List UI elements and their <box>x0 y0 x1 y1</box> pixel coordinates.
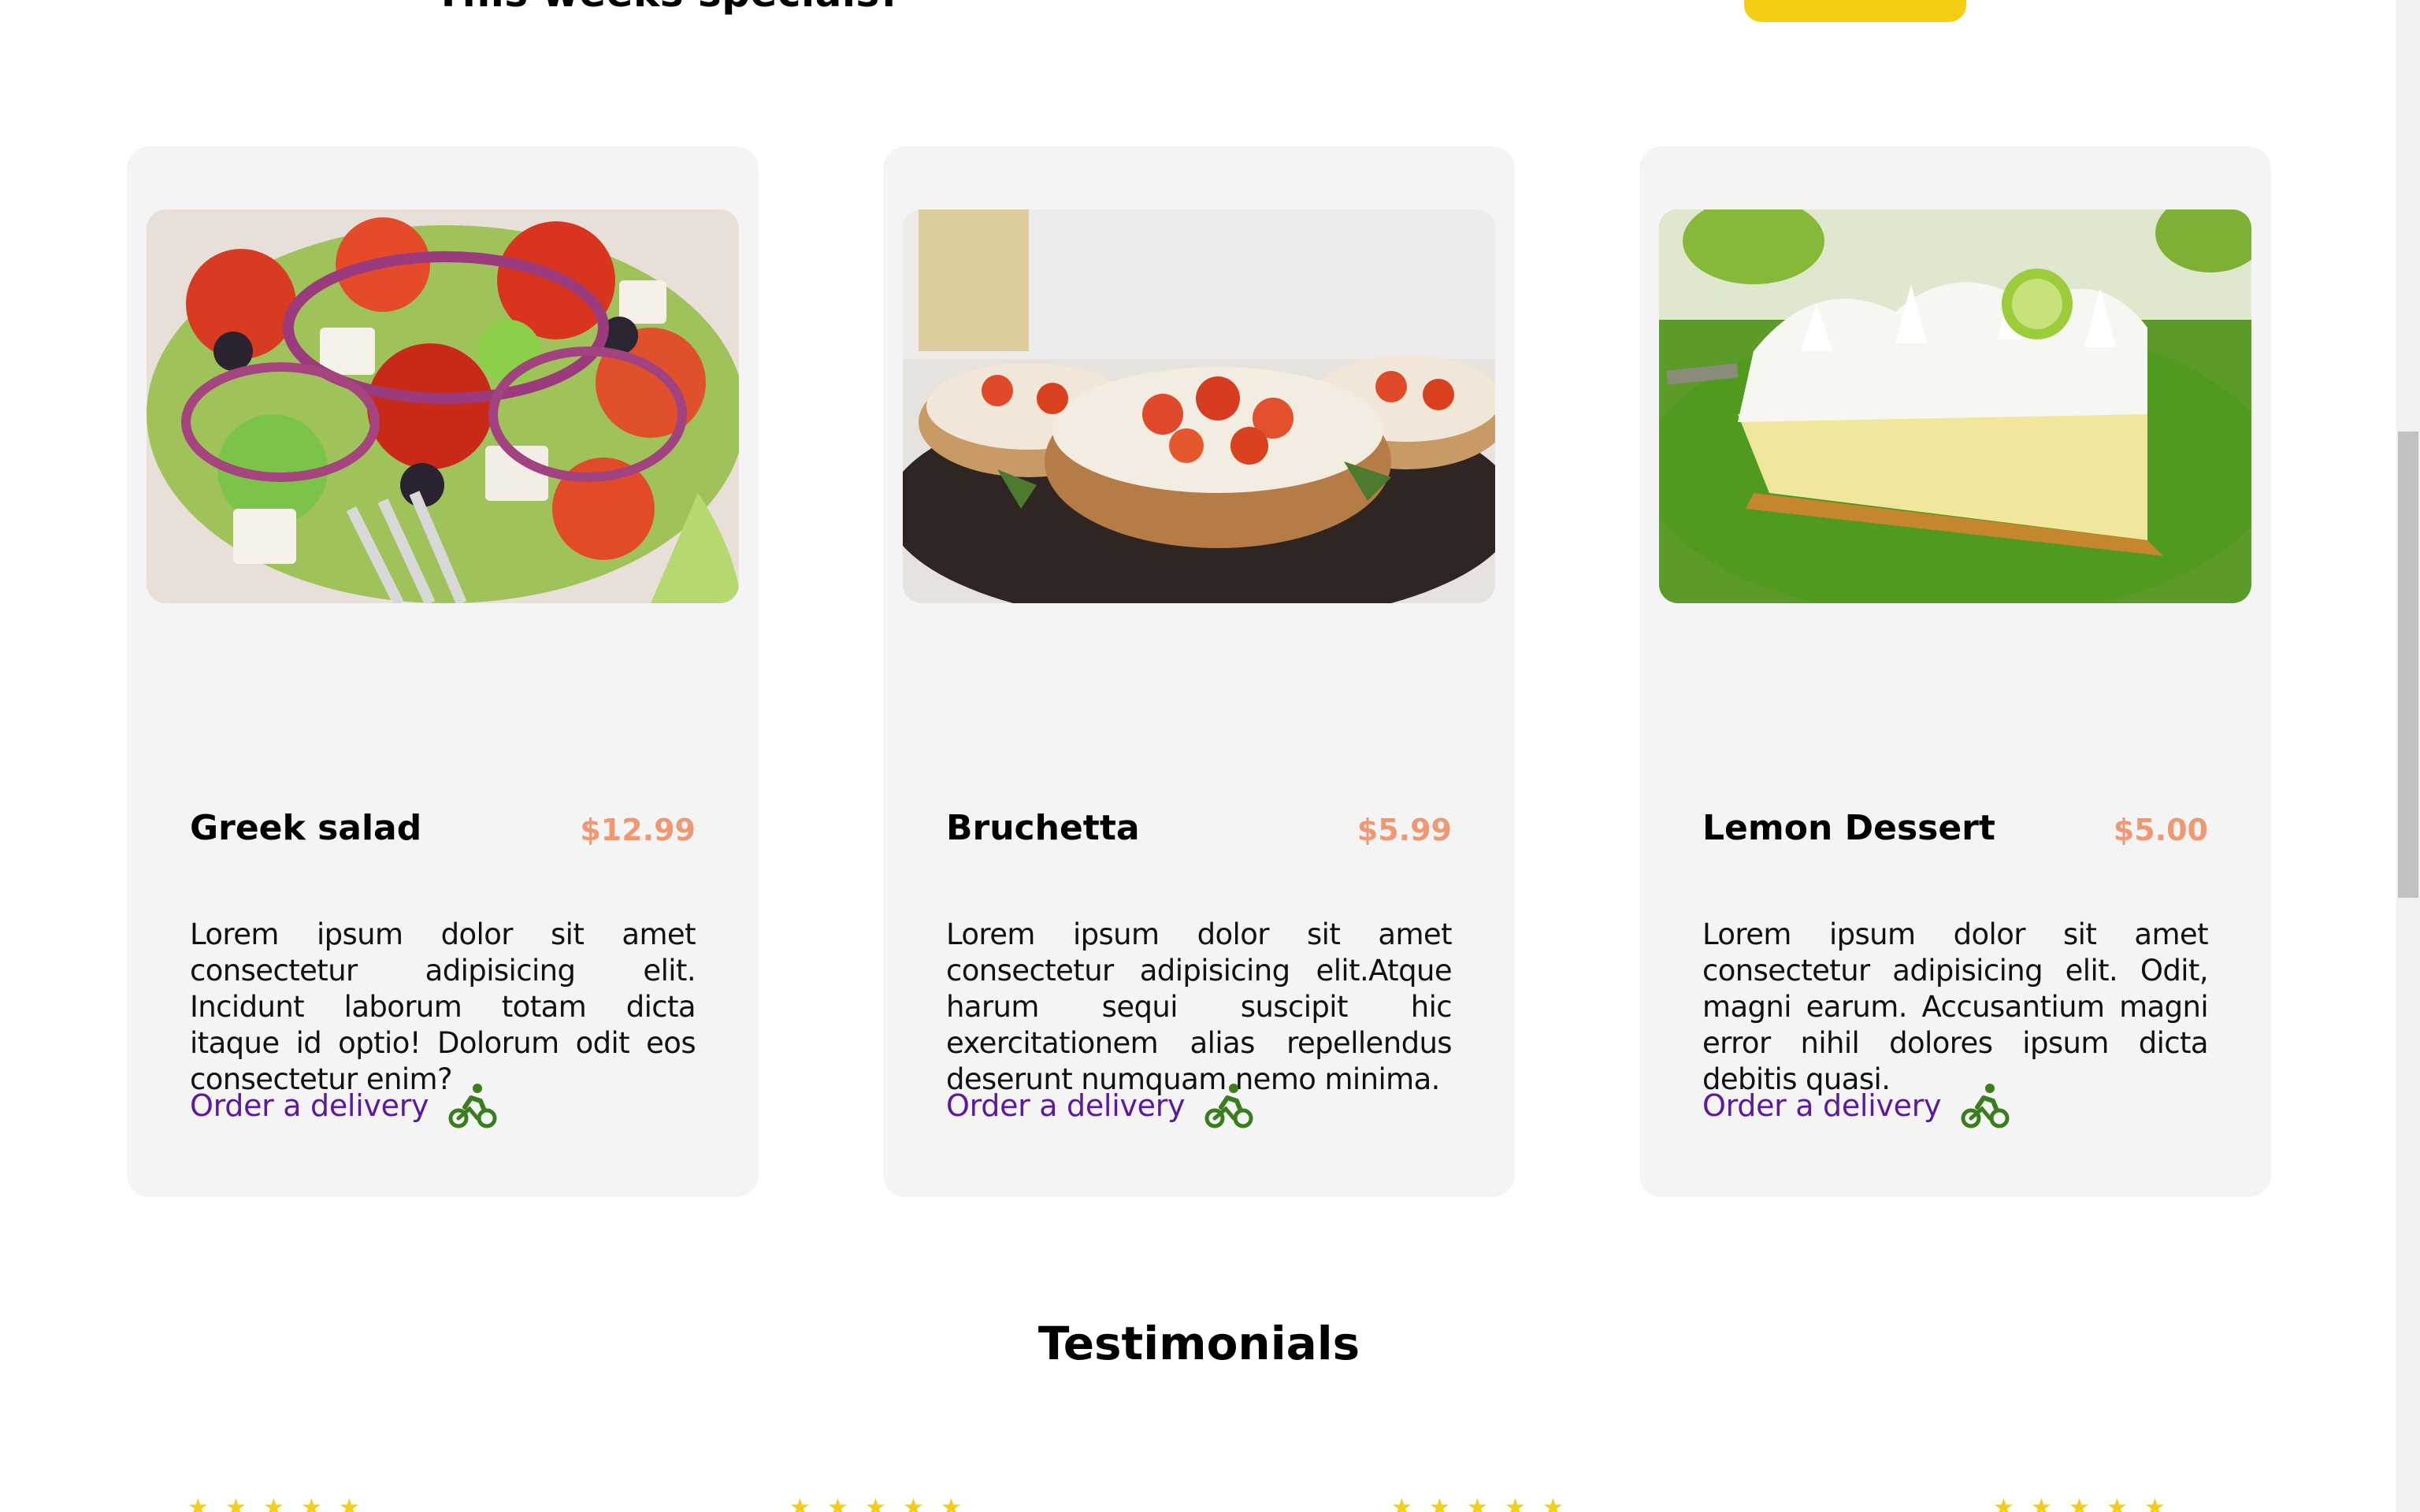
star-icon: ★ <box>1467 1494 1488 1512</box>
order-delivery: Order a delivery <box>190 1080 498 1131</box>
star-icon: ★ <box>339 1494 360 1512</box>
star-icon: ★ <box>827 1494 848 1512</box>
testimonials-heading: Testimonials <box>1037 1317 1360 1370</box>
star-icon: ★ <box>2106 1494 2128 1512</box>
rating-stars: ★ ★ ★ ★ ★ <box>1391 1496 1566 1512</box>
star-icon: ★ <box>1391 1494 1412 1512</box>
scrollbar-thumb[interactable] <box>2398 432 2418 898</box>
dish-name: Greek salad <box>190 808 422 848</box>
online-menu-button[interactable] <box>1744 0 1966 22</box>
dish-price: $5.00 <box>2113 813 2208 847</box>
star-icon: ★ <box>865 1494 886 1512</box>
star-icon: ★ <box>2031 1494 2052 1512</box>
dish-description: Lorem ipsum dolor sit amet consectetur a… <box>1702 917 2209 1096</box>
star-icon: ★ <box>2069 1494 2090 1512</box>
special-card-bruchetta: Bruchetta $5.99 Lorem ipsum dolor sit am… <box>883 146 1515 1197</box>
specials-title: This weeks specials! <box>435 0 898 16</box>
star-icon: ★ <box>941 1494 962 1512</box>
bike-icon[interactable] <box>1204 1080 1254 1131</box>
bike-icon[interactable] <box>1960 1080 2010 1131</box>
order-delivery-link[interactable]: Order a delivery <box>946 1088 1186 1123</box>
star-icon: ★ <box>1542 1494 1564 1512</box>
star-icon: ★ <box>1505 1494 1526 1512</box>
rating-stars: ★ ★ ★ ★ ★ <box>789 1496 964 1512</box>
order-delivery: Order a delivery <box>1702 1080 2010 1131</box>
special-card-greek-salad: Greek salad $12.99 Lorem ipsum dolor sit… <box>127 146 759 1197</box>
order-delivery-link[interactable]: Order a delivery <box>190 1088 429 1123</box>
bike-icon[interactable] <box>447 1080 498 1131</box>
star-icon: ★ <box>187 1494 209 1512</box>
order-delivery: Order a delivery <box>946 1080 1254 1131</box>
star-icon: ★ <box>1429 1494 1450 1512</box>
star-icon: ★ <box>1993 1494 2014 1512</box>
dish-name: Bruchetta <box>946 808 1140 848</box>
star-icon: ★ <box>225 1494 247 1512</box>
rating-stars: ★ ★ ★ ★ ★ <box>187 1496 362 1512</box>
star-icon: ★ <box>2144 1494 2166 1512</box>
rating-stars: ★ ★ ★ ★ ★ <box>1993 1496 2168 1512</box>
dish-name: Lemon Dessert <box>1702 808 1995 848</box>
special-card-lemon-dessert: Lemon Dessert $5.00 Lorem ipsum dolor si… <box>1639 146 2271 1197</box>
greek-salad-image <box>147 209 739 603</box>
order-delivery-link[interactable]: Order a delivery <box>1702 1088 1942 1123</box>
dish-price: $5.99 <box>1357 813 1452 847</box>
bruchetta-image <box>903 209 1495 603</box>
lemon-dessert-image <box>1659 209 2251 603</box>
dish-price: $12.99 <box>580 813 696 847</box>
star-icon: ★ <box>789 1494 811 1512</box>
star-icon: ★ <box>903 1494 924 1512</box>
page-scrollbar[interactable] <box>2396 0 2420 1512</box>
star-icon: ★ <box>301 1494 322 1512</box>
star-icon: ★ <box>263 1494 284 1512</box>
dish-description: Lorem ipsum dolor sit amet consectetur a… <box>190 917 696 1096</box>
dish-description: Lorem ipsum dolor sit amet consectetur a… <box>946 917 1453 1096</box>
